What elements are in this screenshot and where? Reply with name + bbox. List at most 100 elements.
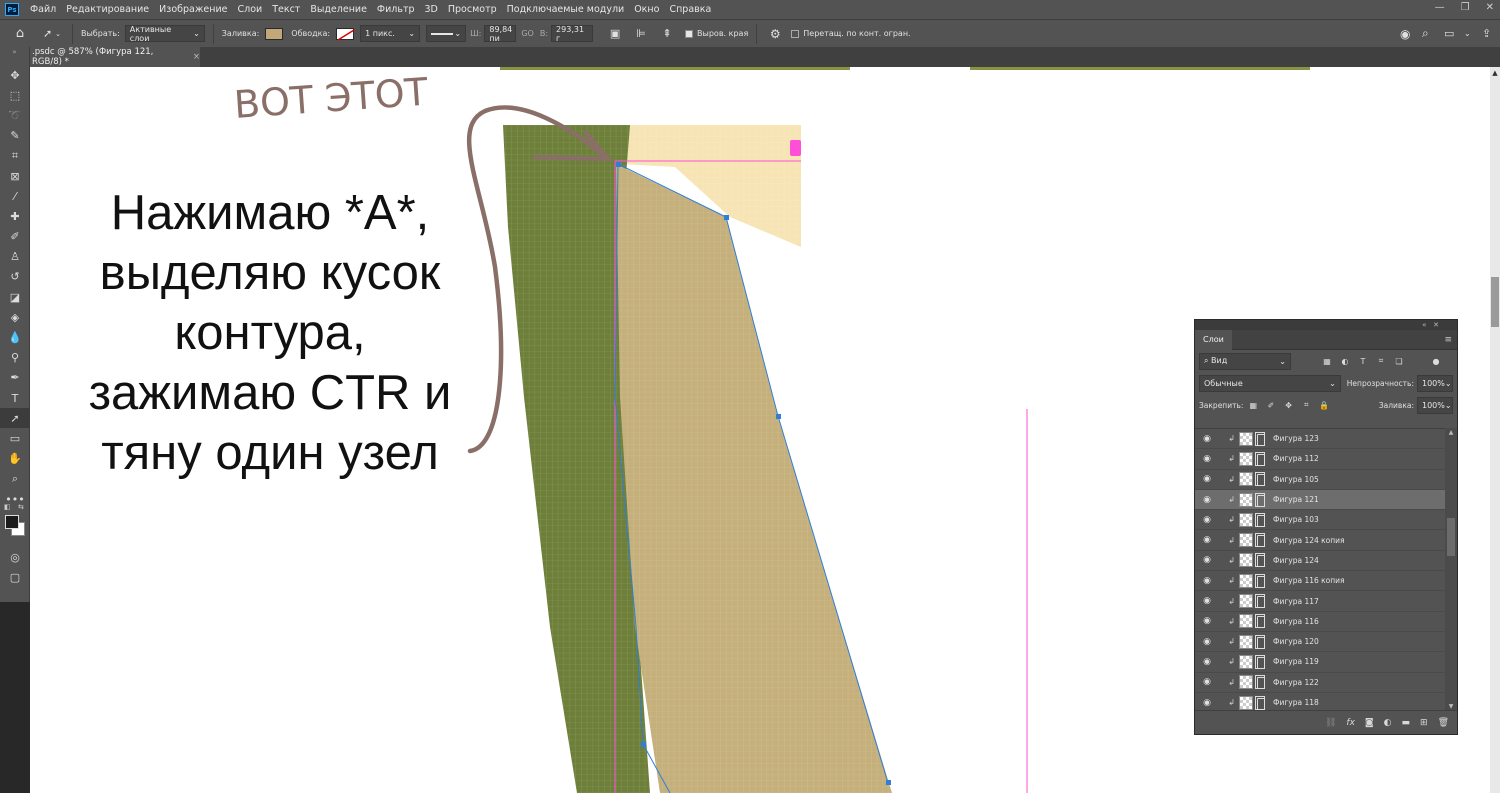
filter-adjustment-icon[interactable]: ◐ [1339,355,1351,367]
eye-icon[interactable]: ◉ [1195,698,1219,708]
link-dimensions-icon[interactable]: GO [521,29,534,38]
minimize-button[interactable]: — [1435,2,1445,13]
path-anchor[interactable] [724,215,729,220]
restore-button[interactable]: ❐ [1461,2,1470,13]
scroll-up-icon[interactable]: ▲ [1490,69,1500,77]
quick-select-tool-icon[interactable]: ✎ [0,126,30,146]
history-brush-tool-icon[interactable]: ↺ [0,267,30,287]
eye-icon[interactable]: ◉ [1195,657,1219,667]
panel-grip-icon[interactable]: » [0,47,29,65]
eye-icon[interactable]: ◉ [1195,637,1219,647]
path-anchor[interactable] [641,742,646,747]
user-icon[interactable]: ◉ [1400,27,1410,41]
search-icon[interactable]: ⌕ [1422,26,1429,41]
layer-name[interactable]: Фигура 118 [1273,698,1319,707]
lock-artboard-icon[interactable]: ⌗ [1300,399,1312,411]
menu-3d[interactable]: 3D [420,4,443,15]
layer-row[interactable]: ◉ ↲ Фигура 118 [1195,693,1445,711]
pen-tool-icon[interactable]: ✒ [0,368,30,388]
layer-row[interactable]: ◉ ↲ Фигура 124 копия [1195,530,1445,551]
filter-smart-object-icon[interactable]: ❏ [1393,355,1405,367]
path-anchor-selected[interactable] [616,162,621,167]
layer-name[interactable]: Фигура 103 [1273,515,1319,524]
stroke-width-field[interactable]: 1 пикс. ⌄ [360,25,421,42]
close-window-button[interactable]: ✕ [1486,2,1494,13]
layer-name[interactable]: Фигура 116 копия [1273,576,1345,585]
gear-icon[interactable]: ⚙ [765,27,785,41]
scrollbar-thumb[interactable] [1447,518,1455,556]
layer-row[interactable]: ◉ ↲ Фигура 119 [1195,652,1445,673]
menu-help[interactable]: Справка [664,4,716,15]
menu-file[interactable]: Файл [25,4,61,15]
eye-icon[interactable]: ◉ [1195,677,1219,687]
menu-type[interactable]: Текст [267,4,305,15]
fill-color-swatch[interactable] [265,27,284,40]
type-tool-icon[interactable]: T [0,388,30,408]
path-anchor[interactable] [886,780,891,785]
add-mask-icon[interactable]: ◙ [1365,718,1374,728]
eye-icon[interactable]: ◉ [1195,474,1219,484]
layer-row[interactable]: ◉ ↲ Фигура 116 копия [1195,571,1445,592]
blend-mode-dropdown[interactable]: Обычные ⌄ [1199,374,1341,392]
layer-name[interactable]: Фигура 124 копия [1273,536,1345,545]
filter-toggle-icon[interactable]: ● [1430,355,1442,367]
lasso-tool-icon[interactable]: ➰ [0,105,30,125]
filter-kind-dropdown[interactable]: ⌕ Вид ⌄ [1199,352,1291,370]
screen-mode-icon[interactable]: ▢ [0,567,30,587]
layer-row[interactable]: ◉ ↲ Фигура 116 [1195,612,1445,632]
path-selection-tool-icon[interactable]: ➚ [0,408,30,429]
lock-transparency-icon[interactable]: ▦ [1247,399,1259,411]
layer-row[interactable]: ◉ ↲ Фигура 124 [1195,551,1445,572]
home-icon[interactable]: ⌂ [0,26,40,41]
eye-icon[interactable]: ◉ [1195,535,1219,545]
layer-row[interactable]: ◉ ↲ Фигура 120 [1195,632,1445,653]
brush-tool-icon[interactable]: ✐ [0,227,30,247]
rectangle-tool-icon[interactable]: ▭ [0,428,30,448]
lock-image-icon[interactable]: ✐ [1265,399,1277,411]
eye-icon[interactable]: ◉ [1195,515,1219,525]
scroll-down-icon[interactable]: ▼ [1445,703,1457,710]
eraser-tool-icon[interactable]: ◪ [0,287,30,307]
eye-icon[interactable]: ◉ [1195,596,1219,606]
frame-tool-icon[interactable]: ⊠ [0,166,30,186]
eye-icon[interactable]: ◉ [1195,616,1219,626]
layer-name[interactable]: Фигура 105 [1273,475,1319,484]
dodge-tool-icon[interactable]: ⚲ [0,348,30,368]
tab-layers[interactable]: Слои [1195,329,1232,350]
layer-name[interactable]: Фигура 116 [1273,617,1319,626]
trash-icon[interactable]: 🗑 [1438,718,1449,728]
eyedropper-tool-icon[interactable]: ⁄ [0,186,30,206]
paint-bucket-tool-icon[interactable]: ◈ [0,307,30,327]
layer-name[interactable]: Фигура 112 [1273,454,1319,463]
layer-name[interactable]: Фигура 122 [1273,678,1319,687]
layer-row[interactable]: ◉ ↲ Фигура 122 [1195,673,1445,693]
menu-view[interactable]: Просмотр [443,4,502,15]
path-alignment-icon[interactable]: ⊫ [629,27,653,40]
marquee-tool-icon[interactable]: ⬚ [0,85,30,105]
layer-row[interactable]: ◉ ↲ Фигура 123 [1195,429,1445,450]
menu-plugins[interactable]: Подключаемые модули [502,4,630,15]
layer-name[interactable]: Фигура 119 [1273,657,1319,666]
share-icon[interactable]: ⇪ [1482,27,1491,40]
adjustment-layer-icon[interactable]: ◐ [1384,718,1392,728]
clone-stamp-tool-icon[interactable]: ♙ [0,247,30,267]
path-operations-icon[interactable]: ▣ [601,27,629,40]
path-anchor[interactable] [776,414,781,419]
menu-image[interactable]: Изображение [154,4,232,15]
move-tool-icon[interactable]: ✥ [0,65,30,85]
filter-pixel-icon[interactable]: ▦ [1321,355,1333,367]
height-field[interactable]: 293,31 г [551,25,594,43]
path-arrangement-icon[interactable]: ⇞ [653,27,681,40]
layer-row[interactable]: ◉ ↲ Фигура 105 [1195,470,1445,490]
width-field[interactable]: 89,84 пи [484,25,517,43]
opacity-field[interactable]: 100% ⌄ [1417,374,1453,392]
layer-name[interactable]: Фигура 123 [1273,434,1319,443]
select-dropdown[interactable]: Активные слои ⌄ [124,25,205,43]
hand-tool-icon[interactable]: ✋ [0,449,30,469]
scroll-up-icon[interactable]: ▲ [1445,429,1457,436]
canvas-vertical-scrollbar[interactable]: ▲ [1490,67,1500,793]
layer-row[interactable]: ◉ ↲ Фигура 117 [1195,591,1445,612]
lock-position-icon[interactable]: ✥ [1283,399,1295,411]
constrain-checkbox[interactable]: Перетащ. по конт. огран. [791,29,911,38]
menu-filter[interactable]: Фильтр [372,4,420,15]
